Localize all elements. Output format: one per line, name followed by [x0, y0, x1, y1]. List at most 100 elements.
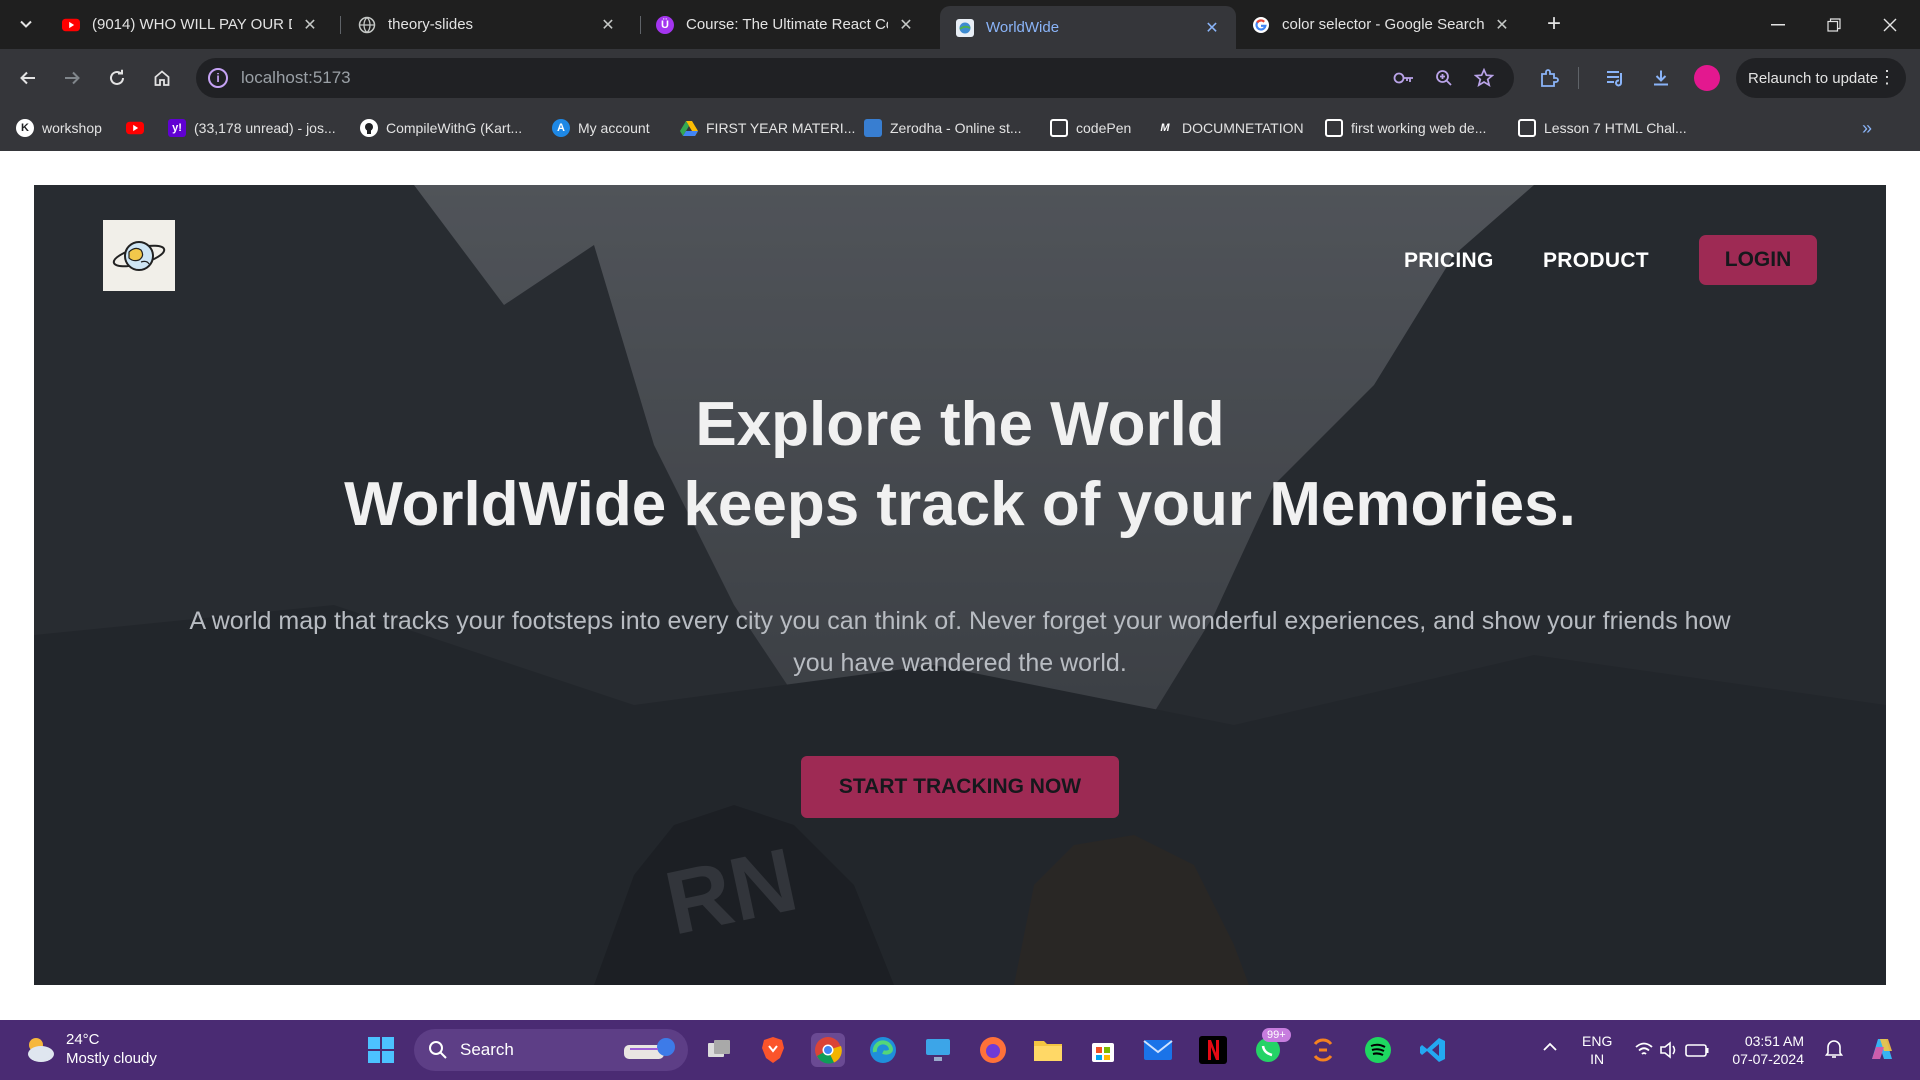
- vscode-icon: [1420, 1038, 1445, 1062]
- bookmark-documentation[interactable]: M DOCUMNETATION: [1156, 119, 1304, 137]
- clock-date: 07-07-2024: [1732, 1051, 1804, 1067]
- reload-button[interactable]: [102, 63, 132, 93]
- bookmark-codepen[interactable]: codePen: [1050, 119, 1131, 137]
- hero-overlay: [34, 185, 1886, 985]
- bookmark-workshop[interactable]: K workshop: [16, 119, 102, 137]
- task-view-button[interactable]: [702, 1033, 736, 1067]
- worldwide-logo[interactable]: [103, 220, 175, 291]
- spotify-icon: [1365, 1037, 1391, 1063]
- more-bookmarks-icon[interactable]: »: [1862, 118, 1872, 139]
- tab-search-button[interactable]: [12, 10, 40, 38]
- tab-udemy-course[interactable]: Ü Course: The Ultimate React Cou ✕: [640, 8, 930, 41]
- this-pc-button[interactable]: [921, 1033, 955, 1067]
- browser-toolbar: i localhost:5173 Relaunch to update ⋮: [0, 49, 1920, 107]
- start-tracking-button[interactable]: START TRACKING NOW: [801, 756, 1119, 818]
- bookmark-youtube[interactable]: [126, 119, 144, 137]
- folder-icon: [1034, 1041, 1062, 1061]
- close-tab-icon[interactable]: ✕: [1492, 15, 1512, 35]
- bookmark-yahoo-mail[interactable]: y! (33,178 unread) - jos...: [168, 119, 336, 137]
- edge-button[interactable]: [866, 1033, 900, 1067]
- bookmark-label: My account: [578, 120, 650, 136]
- forward-button[interactable]: [57, 63, 87, 93]
- start-button[interactable]: [364, 1033, 398, 1067]
- cloudy-weather-icon: [28, 1038, 54, 1062]
- hero-subtitle: A world map that tracks your footsteps i…: [189, 607, 1731, 677]
- tab-worldwide[interactable]: WorldWide ✕: [940, 6, 1236, 49]
- back-button[interactable]: [13, 63, 43, 93]
- tab-title: WorldWide: [986, 19, 1060, 36]
- github-icon: [360, 119, 378, 137]
- home-button[interactable]: [147, 63, 177, 93]
- bookmark-lesson7[interactable]: Lesson 7 HTML Chal...: [1518, 119, 1687, 137]
- close-tab-icon[interactable]: ✕: [598, 15, 618, 35]
- address-bar[interactable]: i localhost:5173: [196, 58, 1514, 98]
- reload-icon: [110, 69, 124, 85]
- tab-title: color selector - Google Search: [1282, 16, 1484, 33]
- show-hidden-icons-button[interactable]: [1542, 1038, 1558, 1056]
- tab-title: theory-slides: [388, 16, 474, 33]
- microsoft-store-button[interactable]: [1086, 1033, 1120, 1067]
- restore-button[interactable]: [1806, 0, 1862, 49]
- weather-widget[interactable]: 24°C Mostly cloudy: [22, 1030, 157, 1068]
- vscode-button[interactable]: [1416, 1033, 1450, 1067]
- bookmark-first-working[interactable]: first working web de...: [1325, 119, 1486, 137]
- tab-theory-slides[interactable]: theory-slides ✕: [342, 8, 632, 41]
- chrome-button[interactable]: [811, 1033, 845, 1067]
- chevron-up-icon: [1543, 1042, 1557, 1051]
- file-explorer-button[interactable]: [1031, 1033, 1065, 1067]
- relaunch-to-update-button[interactable]: Relaunch to update ⋮: [1736, 58, 1906, 98]
- reading-list-button[interactable]: [1601, 63, 1631, 93]
- tab-youtube[interactable]: (9014) WHO WILL PAY OUR DIN ✕: [46, 8, 334, 41]
- mail-button[interactable]: [1141, 1033, 1175, 1067]
- search-icon: [429, 1041, 447, 1059]
- close-tab-icon[interactable]: ✕: [896, 15, 916, 35]
- taskbar-search[interactable]: Search: [414, 1029, 688, 1071]
- monitor-icon: [926, 1039, 950, 1061]
- firefox-button[interactable]: [976, 1033, 1010, 1067]
- notifications-button[interactable]: [1824, 1039, 1844, 1063]
- eclipse-button[interactable]: [1306, 1033, 1340, 1067]
- password-key-icon[interactable]: [1392, 66, 1416, 90]
- tab-google-search[interactable]: color selector - Google Search ✕: [1236, 8, 1526, 41]
- bookmarks-bar: K workshop y! (33,178 unread) - jos... C…: [0, 107, 1920, 151]
- page-viewport: RN PRICING PRODUCT LOGIN Explore the Wor…: [0, 151, 1920, 1020]
- netflix-button[interactable]: [1196, 1033, 1230, 1067]
- brave-browser-button[interactable]: [756, 1033, 790, 1067]
- zerodha-icon: [864, 119, 882, 137]
- bookmark-star-icon[interactable]: [1472, 66, 1496, 90]
- nav-product-link[interactable]: PRODUCT: [1543, 249, 1649, 273]
- bookmark-github[interactable]: CompileWithG (Kart...: [360, 119, 522, 137]
- close-tab-icon[interactable]: ✕: [300, 15, 320, 35]
- whatsapp-badge: 99+: [1262, 1028, 1291, 1042]
- hero-title-line2: WorldWide keeps track of your Memories.: [344, 470, 1576, 539]
- nav-pricing-link[interactable]: PRICING: [1404, 249, 1494, 273]
- bookmark-label: workshop: [42, 120, 102, 136]
- profile-avatar[interactable]: [1694, 65, 1720, 91]
- bookmark-zerodha[interactable]: Zerodha - Online st...: [864, 119, 1022, 137]
- bookmark-my-account[interactable]: A My account: [552, 119, 650, 137]
- clock[interactable]: 03:51 AM 07-07-2024: [1732, 1032, 1804, 1068]
- account-icon: A: [552, 119, 570, 137]
- login-button[interactable]: LOGIN: [1699, 235, 1817, 285]
- downloads-button[interactable]: [1646, 63, 1676, 93]
- close-tab-icon[interactable]: ✕: [1202, 18, 1222, 38]
- k-logo-icon: K: [16, 119, 34, 137]
- minimize-button[interactable]: [1750, 0, 1806, 49]
- more-menu-icon[interactable]: ⋮: [1878, 66, 1896, 88]
- language-indicator[interactable]: ENG IN: [1582, 1032, 1612, 1068]
- new-tab-button[interactable]: +: [1540, 10, 1568, 38]
- brave-icon: [762, 1037, 784, 1063]
- tab-separator: [340, 16, 341, 34]
- bookmark-drive[interactable]: FIRST YEAR MATERI...: [680, 119, 855, 137]
- spotify-button[interactable]: [1361, 1033, 1395, 1067]
- extensions-button[interactable]: [1534, 63, 1564, 93]
- puzzle-icon: [1541, 69, 1559, 87]
- youtube-icon: [126, 119, 144, 137]
- bookmark-label: DOCUMNETATION: [1182, 120, 1304, 136]
- site-info-icon[interactable]: i: [208, 68, 228, 88]
- network-volume-battery[interactable]: [1634, 1040, 1710, 1064]
- close-window-button[interactable]: [1862, 0, 1918, 49]
- windows-taskbar: 24°C Mostly cloudy Search 99+ ENG IN 03:…: [0, 1020, 1920, 1080]
- zoom-icon[interactable]: [1432, 66, 1456, 90]
- copilot-button[interactable]: [1866, 1033, 1898, 1069]
